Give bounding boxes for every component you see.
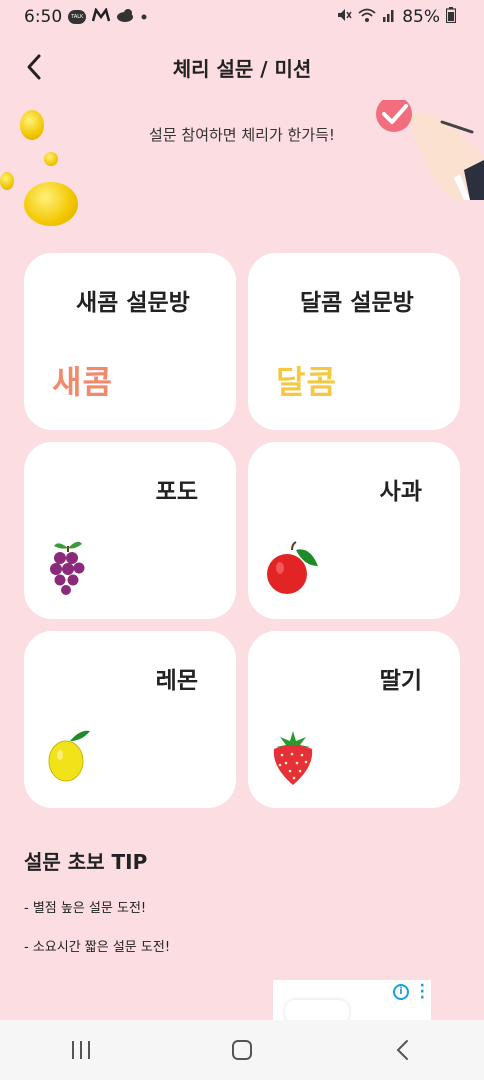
back-button[interactable]	[20, 50, 50, 84]
card-title: 레몬	[155, 668, 198, 694]
tips-title: 설문 초보 TIP	[24, 850, 148, 874]
card-art-text: 새콤	[52, 363, 113, 401]
grape-icon	[50, 536, 86, 604]
card-saekom-survey[interactable]: 새콤 설문방 새콤	[24, 253, 236, 430]
coin-icon	[24, 182, 78, 226]
card-title: 포도	[155, 479, 198, 505]
card-title: 딸기	[379, 668, 422, 694]
status-right: 85%	[336, 0, 457, 34]
home-button[interactable]	[212, 1030, 272, 1070]
home-icon	[231, 1040, 252, 1060]
status-bar: 6:50 85%	[0, 0, 484, 34]
system-back-button[interactable]	[373, 1030, 433, 1070]
check-hand-illustration	[372, 96, 484, 200]
wifi-icon	[358, 7, 376, 28]
recent-apps-icon	[71, 1041, 90, 1059]
tips-item: - 별점 높은 설문 도전!	[24, 901, 147, 916]
lemon-icon	[48, 727, 92, 789]
apple-icon	[266, 540, 320, 602]
card-lemon[interactable]: 레몬	[24, 631, 236, 808]
tips-item: - 소요시간 짧은 설문 도전!	[24, 940, 171, 955]
recent-apps-button[interactable]	[51, 1030, 111, 1070]
card-title: 새콤 설문방	[76, 290, 190, 316]
system-navbar	[0, 1020, 484, 1080]
weather-icon	[116, 8, 134, 26]
mute-icon	[336, 7, 352, 28]
info-icon[interactable]: i	[393, 984, 409, 1000]
card-dalkom-survey[interactable]: 달콤 설문방 달콤	[248, 253, 460, 430]
status-time: 6:50	[24, 7, 63, 27]
m-app-icon	[91, 7, 111, 26]
strawberry-icon	[270, 727, 316, 791]
card-apple[interactable]: 사과	[248, 442, 460, 619]
battery-text: 85%	[402, 7, 440, 27]
card-title: 달콤 설문방	[300, 290, 414, 316]
card-grape[interactable]: 포도	[24, 442, 236, 619]
coin-icon	[0, 172, 14, 190]
kakaotalk-icon	[68, 10, 87, 24]
status-left: 6:50	[24, 7, 148, 27]
tips-section: 설문 초보 TIP - 별점 높은 설문 도전! - 소요시간 짧은 설문 도전…	[24, 846, 460, 975]
chevron-left-icon	[27, 54, 41, 80]
coin-icon	[44, 152, 58, 166]
kebab-menu-icon[interactable]: · · ·	[420, 979, 425, 1005]
page-title: 체리 설문 / 미션	[172, 56, 312, 81]
battery-icon	[445, 6, 457, 28]
promo-banner: 설문 참여하면 체리가 한가득!	[0, 96, 484, 240]
dot-icon	[140, 9, 148, 25]
back-icon	[396, 1040, 409, 1060]
card-title: 사과	[379, 479, 422, 505]
card-strawberry[interactable]: 딸기	[248, 631, 460, 808]
card-art-text: 달콤	[276, 363, 337, 401]
app-header: 체리 설문 / 미션	[0, 42, 484, 92]
signal-icon	[382, 7, 396, 27]
ad-banner[interactable]: i · · ·	[273, 979, 431, 1024]
